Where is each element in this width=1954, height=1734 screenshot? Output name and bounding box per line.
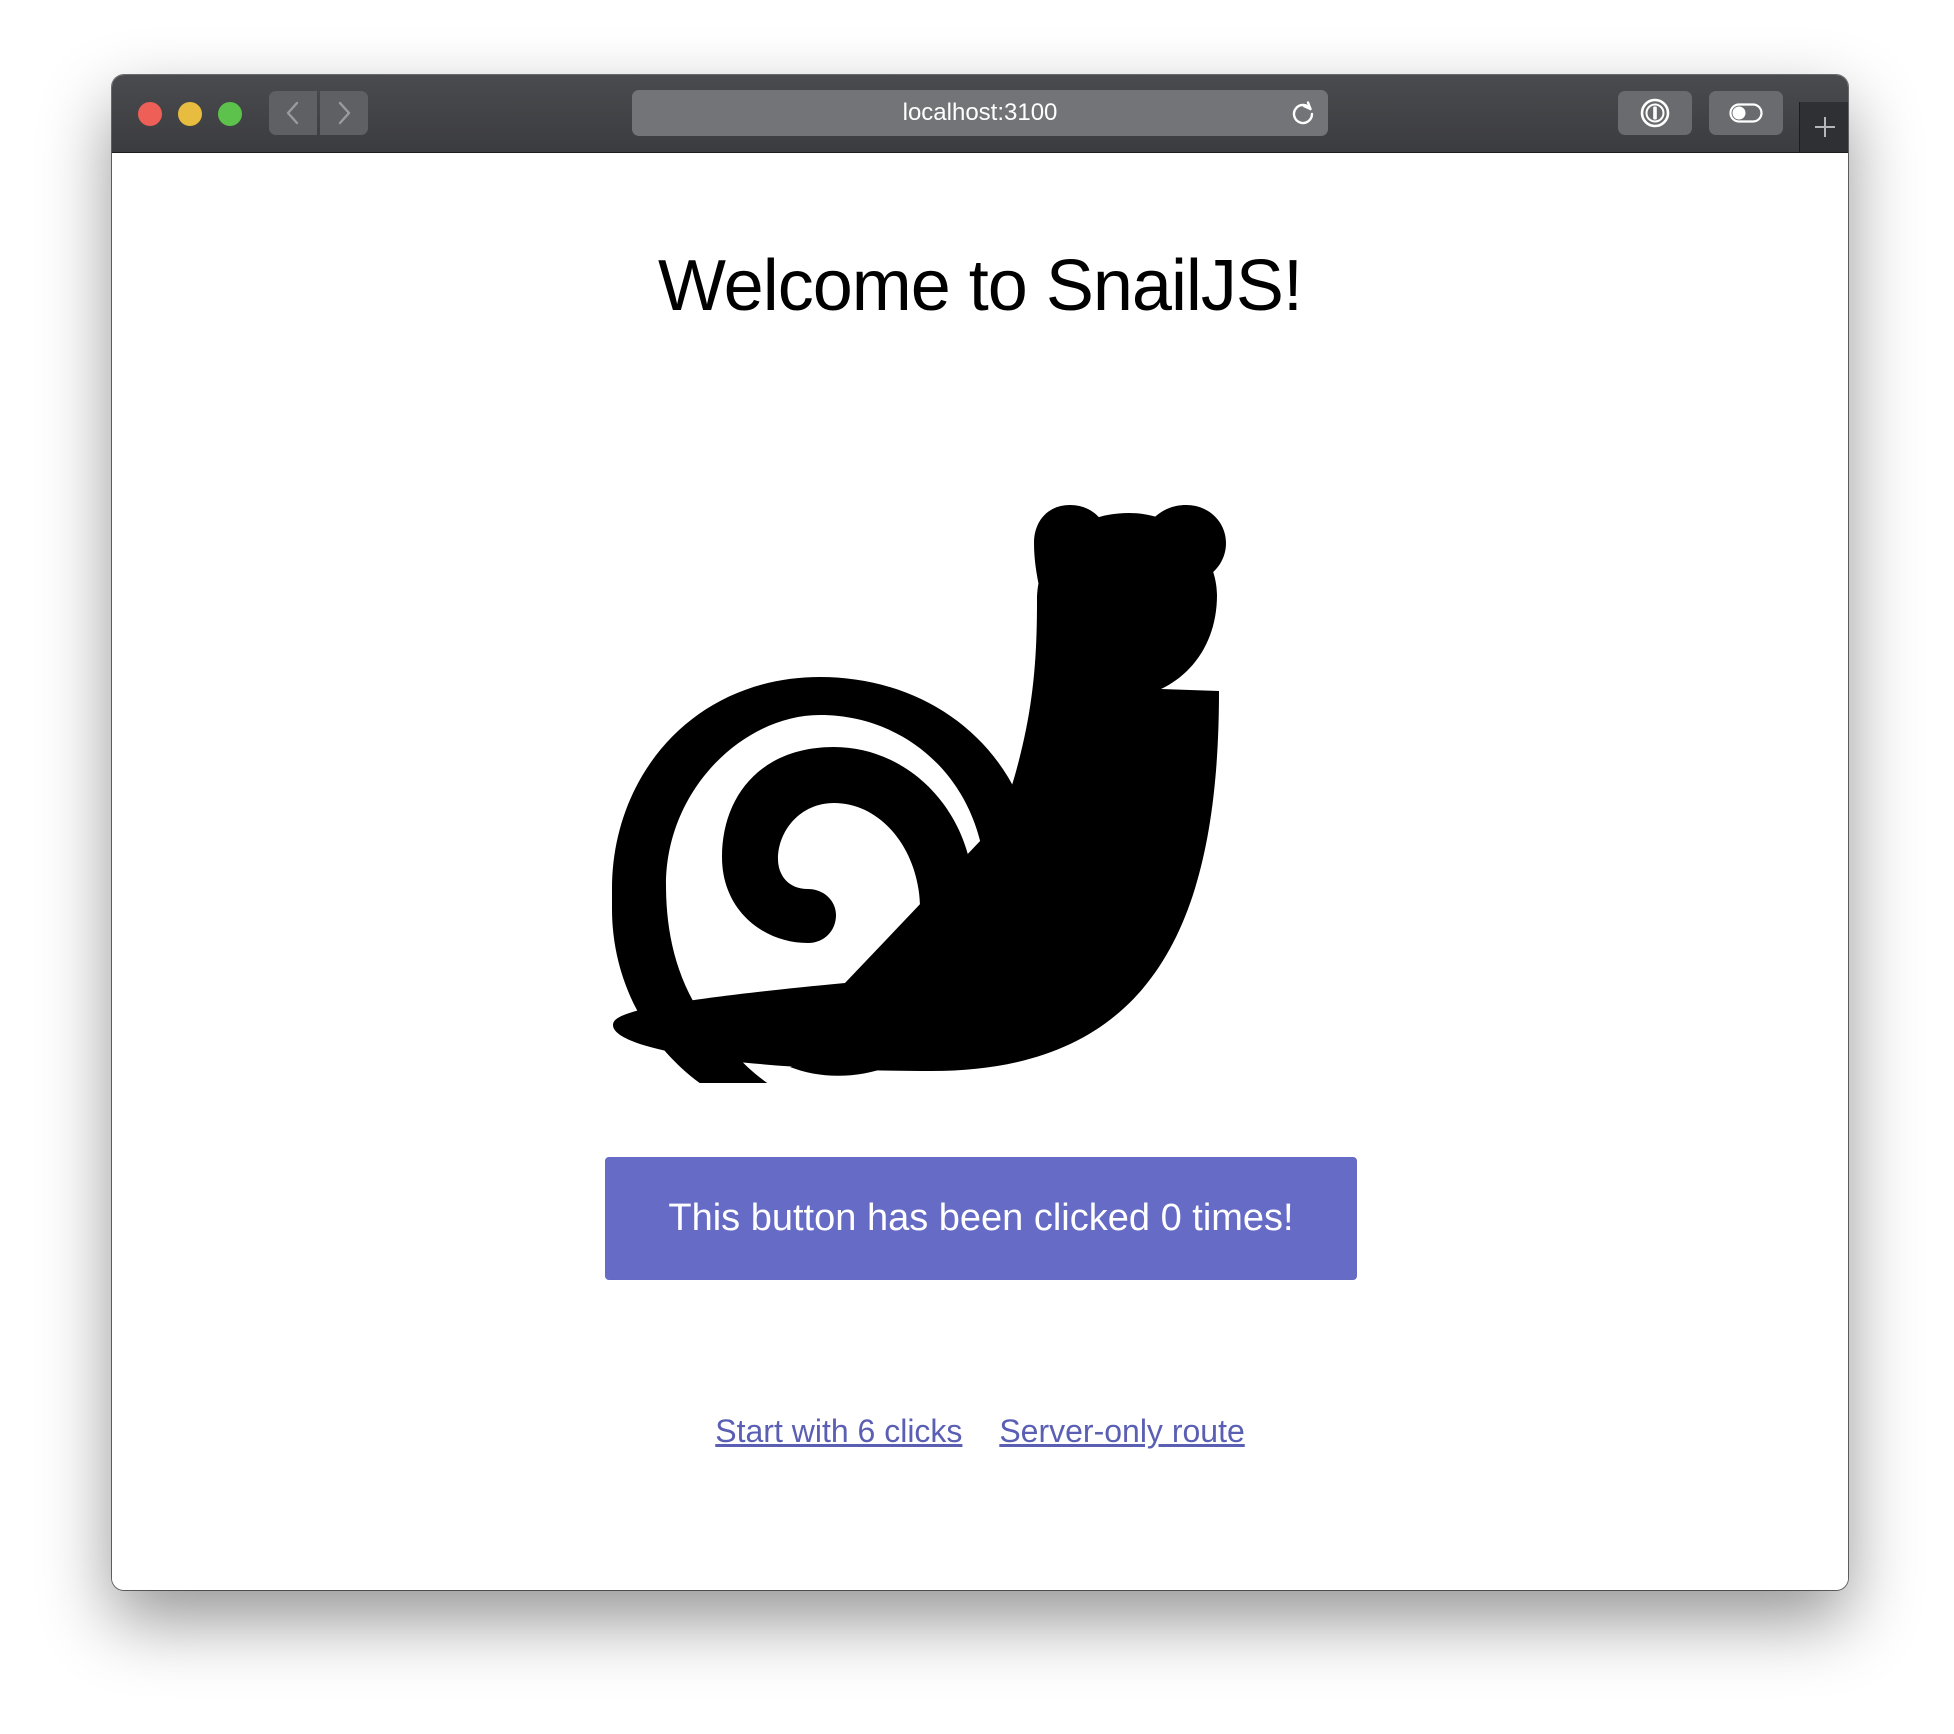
server-only-route-link[interactable]: Server-only route <box>999 1413 1244 1449</box>
chevron-right-icon <box>338 101 351 125</box>
click-counter-button[interactable]: This button has been clicked 0 times! <box>605 1157 1357 1280</box>
password-manager-button[interactable] <box>1618 91 1692 135</box>
password-manager-icon <box>1640 98 1670 128</box>
page-content: Welcome to SnailJS! This button has been… <box>112 153 1848 1590</box>
toggle-icon <box>1729 103 1763 123</box>
minimize-window-button[interactable] <box>178 102 202 126</box>
snail-icon <box>612 505 1226 1083</box>
reload-icon[interactable] <box>1288 98 1318 128</box>
address-bar[interactable]: localhost:3100 <box>632 90 1328 136</box>
toggle-button[interactable] <box>1709 91 1783 135</box>
back-button[interactable] <box>269 91 317 135</box>
new-tab-button[interactable] <box>1799 102 1848 152</box>
maximize-window-button[interactable] <box>218 102 242 126</box>
route-links: Start with 6 clicks Server-only route <box>112 1413 1848 1450</box>
page-title: Welcome to SnailJS! <box>658 246 1303 326</box>
close-window-button[interactable] <box>138 102 162 126</box>
forward-button[interactable] <box>320 91 368 135</box>
address-text: localhost:3100 <box>902 99 1058 126</box>
browser-window: localhost:3100 Welcome to SnailJS! This … <box>112 75 1848 1590</box>
chevron-left-icon <box>286 101 299 125</box>
plus-icon <box>1814 117 1835 137</box>
start-with-clicks-link[interactable]: Start with 6 clicks <box>715 1413 962 1449</box>
browser-toolbar: localhost:3100 <box>112 75 1848 153</box>
